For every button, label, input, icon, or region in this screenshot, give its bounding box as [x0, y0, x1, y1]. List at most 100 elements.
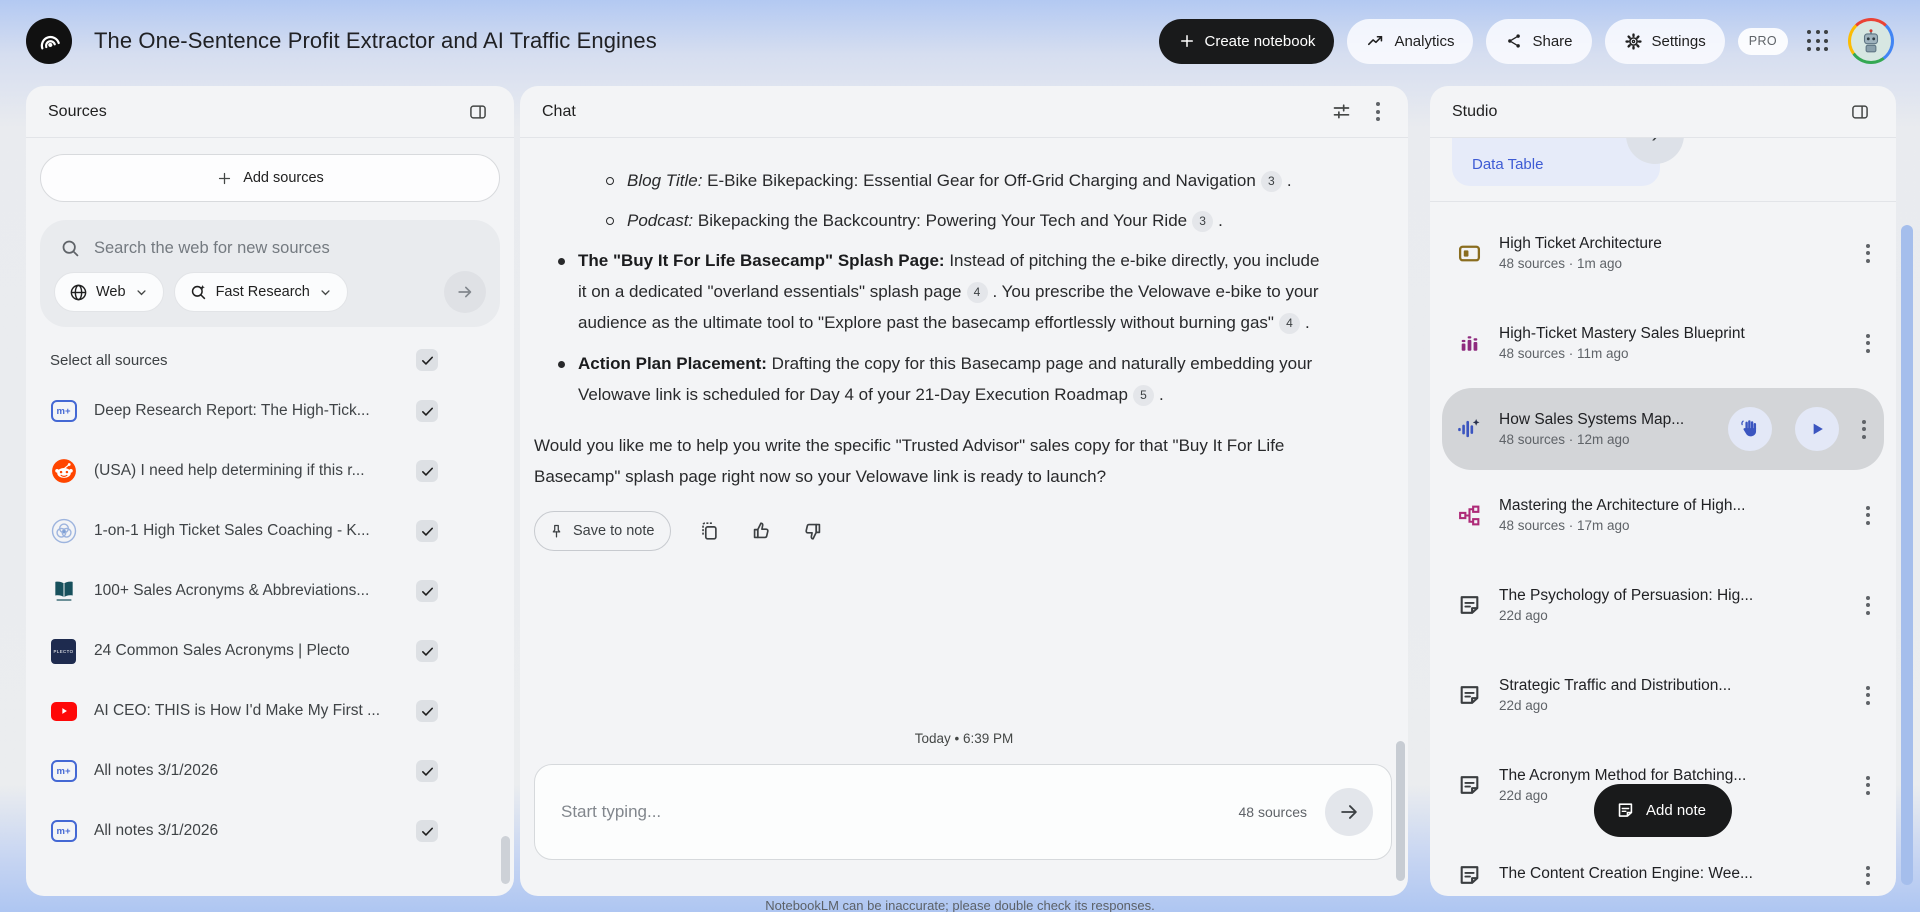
analytics-button[interactable]: Analytics: [1347, 19, 1473, 64]
studio-item-selected[interactable]: How Sales Systems Map... 48 sources · 12…: [1442, 388, 1884, 470]
item-more-menu-icon[interactable]: [1860, 770, 1876, 801]
citation-chip[interactable]: 5: [1133, 385, 1154, 406]
bullet-marker: [558, 361, 565, 368]
source-row[interactable]: m+ Deep Research Report: The High-Tick..…: [26, 381, 514, 441]
studio-item[interactable]: High Ticket Architecture 48 sources · 1m…: [1430, 208, 1896, 298]
chat-closing-paragraph: Would you like me to help you write the …: [534, 430, 1332, 492]
notebooklm-logo-icon[interactable]: [26, 18, 72, 64]
source-row[interactable]: 1-on-1 High Ticket Sales Coaching - K...: [26, 501, 514, 561]
web-search-card: Web Fast Research: [40, 220, 500, 327]
chevron-down-icon: [134, 285, 149, 300]
copy-icon[interactable]: [695, 517, 723, 545]
source-row[interactable]: PLECTO 24 Common Sales Acronyms | Plecto: [26, 621, 514, 681]
note-icon: [1456, 773, 1482, 798]
collapse-sources-panel-icon[interactable]: [464, 98, 492, 126]
play-button[interactable]: [1795, 407, 1839, 451]
studio-scrolled-card: Data Table ›: [1430, 138, 1896, 202]
source-row[interactable]: 100+ Sales Acronyms & Abbreviations...: [26, 561, 514, 621]
item-more-menu-icon[interactable]: [1860, 590, 1876, 621]
chat-settings-tune-icon[interactable]: [1327, 97, 1356, 126]
note-source-icon: m+: [50, 760, 77, 782]
citation-chip[interactable]: 4: [967, 282, 988, 303]
item-more-menu-icon[interactable]: [1860, 680, 1876, 711]
studio-item[interactable]: Mastering the Architecture of High... 48…: [1430, 470, 1896, 560]
settings-button[interactable]: Settings: [1605, 19, 1725, 64]
source-row[interactable]: m+ All notes 3/1/2026: [26, 801, 514, 861]
item-more-menu-icon[interactable]: [1860, 238, 1876, 269]
citation-chip[interactable]: 3: [1261, 171, 1282, 192]
app-header: The One-Sentence Profit Extractor and AI…: [0, 0, 1920, 82]
web-filter-chip[interactable]: Web: [54, 272, 164, 312]
chat-date-divider: Today • 6:39 PM: [520, 731, 1408, 746]
flashcards-icon: [1456, 241, 1482, 266]
source-checkbox[interactable]: [416, 640, 438, 662]
item-more-menu-icon[interactable]: [1860, 500, 1876, 531]
search-submit-button[interactable]: [444, 271, 486, 313]
trending-up-icon: [1366, 32, 1385, 51]
source-row[interactable]: m+ All notes 3/1/2026: [26, 741, 514, 801]
save-to-note-button[interactable]: Save to note: [534, 511, 671, 551]
studio-item[interactable]: The Content Creation Engine: Wee...: [1430, 830, 1896, 896]
page-scrollbar[interactable]: [1901, 225, 1913, 885]
chat-input-box: 48 sources: [534, 764, 1392, 860]
sources-panel-title: Sources: [48, 103, 107, 121]
source-checkbox[interactable]: [416, 580, 438, 602]
pro-badge: PRO: [1738, 28, 1788, 55]
search-icon: [60, 238, 81, 259]
fast-research-chip[interactable]: Fast Research: [174, 272, 348, 312]
add-sources-button[interactable]: Add sources: [40, 154, 500, 202]
chat-panel-title: Chat: [542, 103, 576, 121]
sources-scrollbar[interactable]: [501, 836, 510, 884]
venn-favicon-icon: [50, 518, 77, 544]
thumb-up-icon[interactable]: [747, 517, 775, 545]
hollow-bullet-marker: [606, 177, 614, 185]
source-row[interactable]: (USA) I need help determining if this r.…: [26, 441, 514, 501]
citation-chip[interactable]: 4: [1279, 313, 1300, 334]
note-source-icon: m+: [50, 400, 77, 422]
notebook-title: The One-Sentence Profit Extractor and AI…: [94, 28, 657, 54]
studio-item[interactable]: The Psychology of Persuasion: Hig... 22d…: [1430, 560, 1896, 650]
youtube-icon: [50, 702, 77, 721]
chat-scrollbar[interactable]: [1396, 741, 1405, 881]
create-notebook-button[interactable]: Create notebook: [1159, 19, 1335, 64]
hollow-bullet-marker: [606, 217, 614, 225]
send-button[interactable]: [1325, 788, 1373, 836]
item-more-menu-icon[interactable]: [1856, 414, 1872, 445]
expand-studio-panel-icon[interactable]: [1846, 98, 1874, 126]
source-checkbox[interactable]: [416, 460, 438, 482]
bullet-marker: [558, 258, 565, 265]
note-icon: [1456, 683, 1482, 708]
note-icon: [1456, 593, 1482, 618]
item-more-menu-icon[interactable]: [1860, 328, 1876, 359]
apps-grid-icon[interactable]: [1807, 30, 1829, 52]
account-avatar[interactable]: [1848, 18, 1894, 64]
share-button[interactable]: Share: [1486, 19, 1591, 64]
select-all-sources-row: Select all sources: [26, 327, 514, 375]
source-row[interactable]: AI CEO: THIS is How I'd Make My First ..…: [26, 681, 514, 741]
chat-more-menu-icon[interactable]: [1370, 96, 1386, 127]
item-more-menu-icon[interactable]: [1860, 860, 1876, 891]
search-input[interactable]: [94, 239, 480, 258]
source-checkbox[interactable]: [416, 520, 438, 542]
source-checkbox[interactable]: [416, 820, 438, 842]
select-all-checkbox[interactable]: [416, 349, 438, 371]
source-checkbox[interactable]: [416, 700, 438, 722]
disclaimer-text: NotebookLM can be inaccurate; please dou…: [0, 898, 1920, 912]
reddit-icon: [50, 458, 77, 484]
bar-chart-icon: [1456, 331, 1482, 356]
chat-panel: Chat Blog Title: E-Bike Bikepacking: Ess…: [520, 86, 1408, 896]
studio-item[interactable]: High-Ticket Mastery Sales Blueprint 48 s…: [1430, 298, 1896, 388]
source-checkbox[interactable]: [416, 400, 438, 422]
chat-sub-bullet: Podcast: Bikepacking the Backcountry: Po…: [606, 205, 1332, 236]
chat-input[interactable]: [561, 802, 1239, 822]
source-checkbox[interactable]: [416, 760, 438, 782]
globe-icon: [69, 283, 88, 302]
studio-item[interactable]: Strategic Traffic and Distribution... 22…: [1430, 650, 1896, 740]
thumb-down-icon[interactable]: [799, 517, 827, 545]
plus-icon: [216, 170, 233, 187]
add-note-button[interactable]: Add note: [1594, 784, 1732, 837]
flowchart-icon: [1456, 503, 1482, 528]
interactive-mode-button[interactable]: [1728, 407, 1772, 451]
message-actions: Save to note: [534, 511, 1332, 551]
citation-chip[interactable]: 3: [1192, 211, 1213, 232]
